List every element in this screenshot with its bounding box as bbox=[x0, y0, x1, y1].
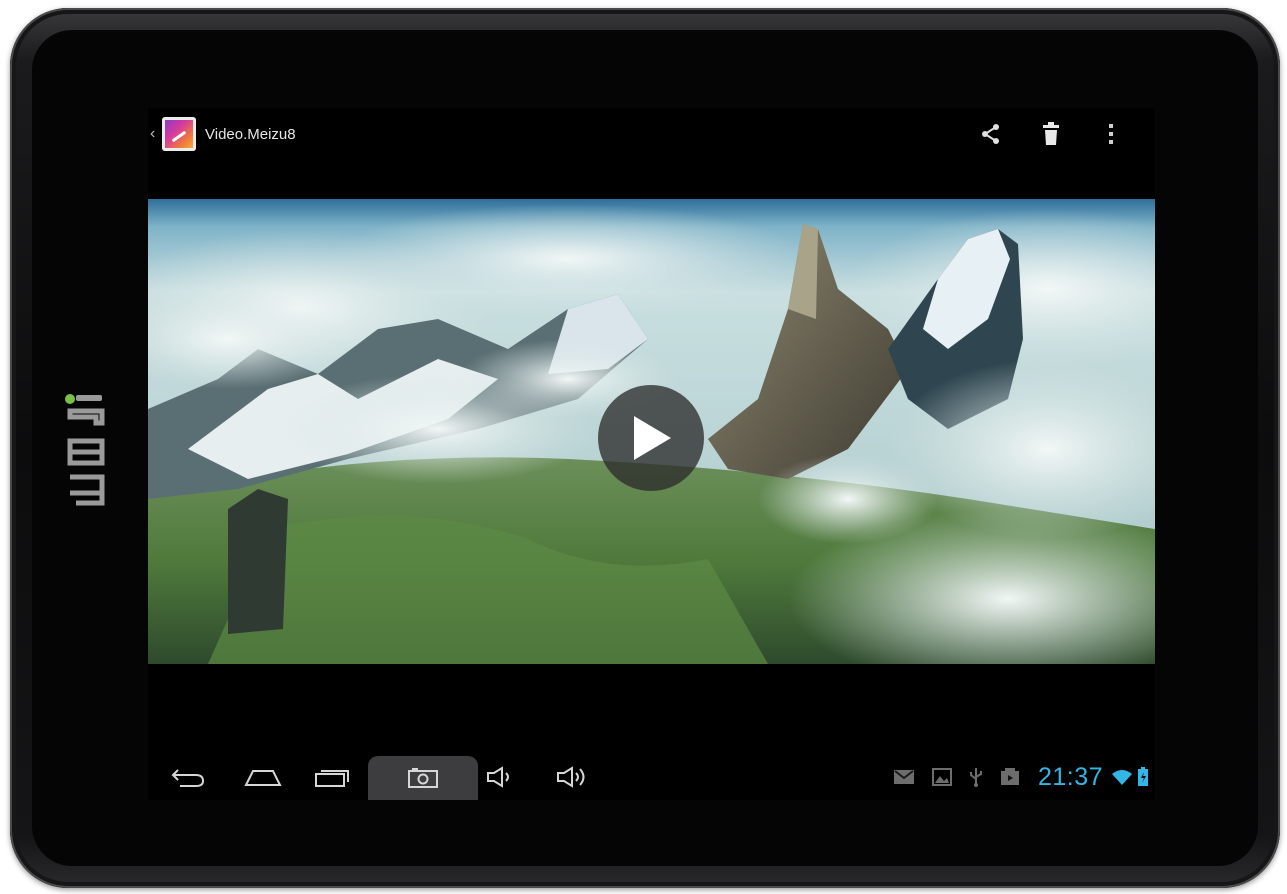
home-icon bbox=[244, 770, 282, 786]
gmail-icon bbox=[893, 769, 915, 785]
screenshot-button[interactable] bbox=[368, 756, 478, 800]
back-button[interactable] bbox=[148, 754, 228, 800]
wifi-icon bbox=[1111, 768, 1133, 786]
delete-button[interactable] bbox=[1021, 108, 1081, 160]
volume-down-button[interactable] bbox=[478, 754, 524, 800]
volume-down-icon bbox=[487, 766, 509, 788]
gallery-icon bbox=[162, 117, 196, 151]
gallery-notification-icon bbox=[931, 768, 952, 786]
back-arrow-icon bbox=[171, 769, 205, 787]
more-vert-icon bbox=[1109, 124, 1113, 144]
action-bar-actions bbox=[961, 108, 1141, 160]
up-navigation-button[interactable]: ‹ bbox=[148, 108, 196, 160]
page-title: Video.Meizu8 bbox=[205, 125, 296, 143]
battery-icon bbox=[1137, 767, 1149, 787]
share-icon bbox=[982, 124, 999, 144]
media-icon bbox=[1000, 768, 1020, 786]
status-area[interactable]: 21:37 bbox=[876, 754, 1149, 800]
inar-logo-icon bbox=[56, 392, 116, 522]
play-icon bbox=[634, 416, 671, 460]
navigation-buttons bbox=[148, 754, 622, 800]
status-clock: 21:37 bbox=[1037, 762, 1103, 791]
play-button[interactable] bbox=[598, 385, 704, 491]
recent-apps-icon bbox=[315, 770, 349, 787]
trash-icon bbox=[1043, 122, 1059, 145]
action-bar: ‹ Video.Meizu8 bbox=[148, 108, 1155, 160]
usb-icon bbox=[969, 767, 983, 787]
chevron-left-icon: ‹ bbox=[150, 125, 156, 142]
share-button[interactable] bbox=[961, 108, 1021, 160]
volume-up-icon bbox=[557, 766, 585, 788]
device-screen: ‹ Video.Meizu8 21:37 bbox=[148, 108, 1155, 800]
volume-up-button[interactable] bbox=[524, 754, 622, 800]
recent-apps-button[interactable] bbox=[298, 754, 368, 800]
home-button[interactable] bbox=[228, 754, 298, 800]
overflow-menu-button[interactable] bbox=[1081, 108, 1141, 160]
camera-icon bbox=[408, 768, 438, 788]
system-bar: 21:37 bbox=[148, 754, 1155, 800]
